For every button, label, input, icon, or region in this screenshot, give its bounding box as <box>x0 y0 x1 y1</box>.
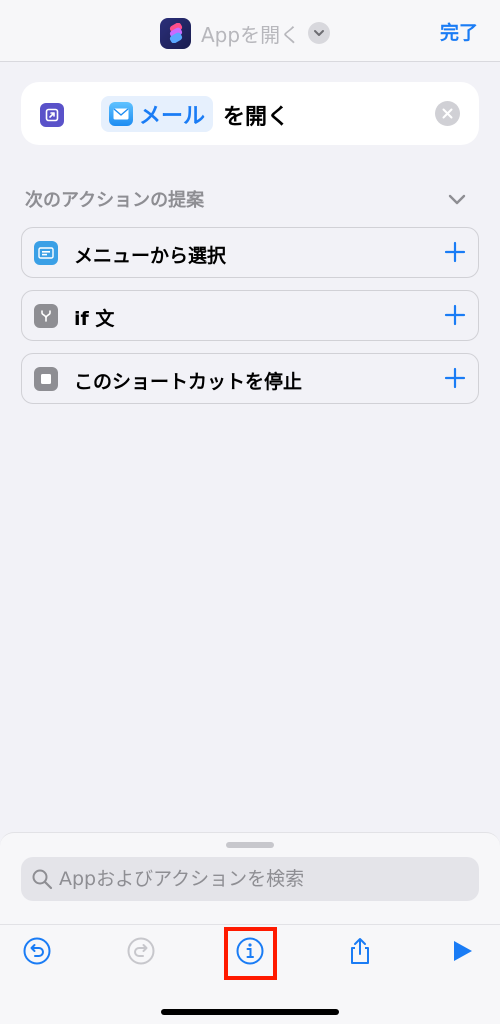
suggestion-label: if 文 <box>74 308 115 330</box>
suggestions-header: 次のアクションの提案 <box>25 190 205 211</box>
toolbar-divider <box>0 924 500 925</box>
menu-icon <box>34 241 58 265</box>
stop-icon <box>34 367 58 391</box>
open-app-icon <box>40 103 64 127</box>
share-icon <box>345 936 375 970</box>
action-card-open-app[interactable]: メール を開く <box>21 82 479 145</box>
suggestion-label: このショートカットを停止 <box>74 371 303 393</box>
suggestion-choose-from-menu[interactable]: メニューから選択 <box>21 227 479 278</box>
undo-icon <box>22 936 52 970</box>
app-name-label: メール <box>139 104 206 129</box>
search-bar[interactable] <box>21 857 479 901</box>
title-menu[interactable]: Appを開く <box>160 17 331 49</box>
redo-icon <box>126 936 156 970</box>
suggestion-stop-shortcut[interactable]: このショートカットを停止 <box>21 353 479 404</box>
app-parameter-token[interactable]: メール <box>101 96 214 132</box>
mail-icon <box>109 102 133 126</box>
page-title: Appを開く <box>201 22 301 47</box>
clear-icon[interactable] <box>435 101 460 126</box>
action-verb-label: を開く <box>223 105 290 130</box>
done-button[interactable]: 完了 <box>440 18 478 45</box>
suggestion-if[interactable]: if 文 <box>21 290 479 341</box>
play-icon <box>448 937 476 969</box>
play-button[interactable] <box>446 937 478 969</box>
add-icon[interactable] <box>444 367 466 389</box>
navigation-bar: Appを開く 完了 <box>0 0 500 62</box>
search-input[interactable] <box>59 857 469 901</box>
undo-button[interactable] <box>21 937 53 969</box>
info-button-highlight <box>224 927 277 980</box>
suggestion-label: メニューから選択 <box>74 245 227 267</box>
home-indicator <box>161 1009 339 1015</box>
redo-button[interactable] <box>125 937 157 969</box>
shortcuts-icon <box>160 17 191 49</box>
sheet-grabber[interactable] <box>226 842 274 848</box>
chevron-down-icon[interactable] <box>308 22 331 44</box>
add-icon[interactable] <box>444 241 466 263</box>
search-icon <box>31 868 53 890</box>
add-icon[interactable] <box>444 304 466 326</box>
collapse-chevron-icon[interactable] <box>446 188 468 210</box>
share-button[interactable] <box>344 937 376 969</box>
branch-icon <box>34 304 58 328</box>
